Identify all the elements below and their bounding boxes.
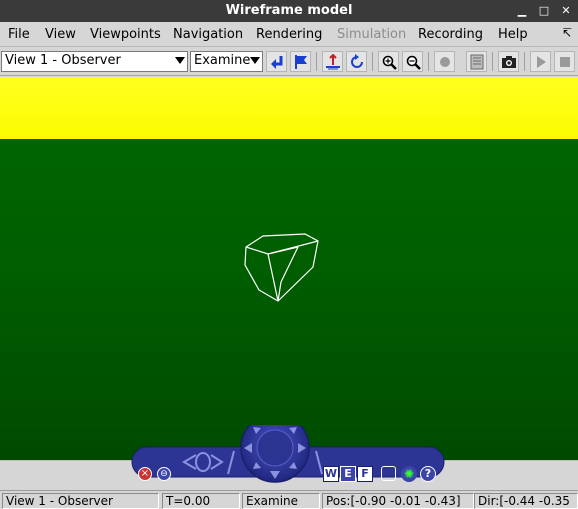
menu-help[interactable]: Help: [498, 27, 528, 42]
return-arrow-icon: [271, 56, 283, 69]
fly-mode-button[interactable]: F: [357, 466, 373, 482]
menu-navigation[interactable]: Navigation: [173, 27, 243, 42]
maximize-icon[interactable]: □: [536, 3, 552, 19]
stop-button: [554, 51, 575, 72]
status-view: View 1 - Observer: [2, 493, 159, 509]
minimize-icon[interactable]: ▁: [514, 3, 530, 19]
status-mode: Examine: [242, 493, 320, 509]
navigator-widget: [131, 425, 445, 483]
3d-viewport[interactable]: [0, 77, 578, 460]
screenshot-button[interactable]: [498, 51, 519, 72]
menu-rendering[interactable]: Rendering: [256, 27, 322, 42]
mode-select[interactable]: Examine: [190, 51, 263, 72]
headlight-icon[interactable]: ✺: [401, 466, 417, 482]
close-navigator-icon[interactable]: ×: [138, 467, 152, 481]
help-icon[interactable]: ?: [420, 466, 436, 482]
console-button[interactable]: [466, 51, 487, 72]
record-icon: [440, 57, 450, 67]
navigation-bar: × ⊖ W E F ✺ ?: [0, 425, 578, 490]
menu-view[interactable]: View: [45, 27, 76, 42]
menubar: File View Viewpoints Navigation Renderin…: [0, 22, 578, 47]
set-home-button[interactable]: [290, 51, 311, 72]
zoom-out-icon: [406, 55, 421, 70]
return-to-viewpoint-button[interactable]: [266, 51, 287, 72]
toolbar: View 1 - Observer Examine: [0, 48, 578, 76]
status-direction: Dir:[-0.44 -0.35: [474, 493, 578, 509]
play-icon: [537, 56, 546, 68]
window-titlebar: Wireframe model ▁ □ ✕: [0, 0, 578, 22]
status-position: Pos:[-0.90 -0.01 -0.43]: [322, 493, 474, 509]
navigator-menu-icon[interactable]: ⊖: [157, 467, 171, 481]
menu-file[interactable]: File: [8, 27, 30, 42]
window-title: Wireframe model: [225, 3, 353, 18]
chevron-down-icon: [250, 57, 260, 64]
straighten-button[interactable]: [322, 51, 343, 72]
menu-recording[interactable]: Recording: [418, 27, 483, 42]
console-icon: [470, 54, 484, 70]
viewpoint-select-value: View 1 - Observer: [5, 53, 121, 68]
close-icon[interactable]: ✕: [558, 3, 574, 19]
seek-button[interactable]: [346, 51, 367, 72]
chevron-down-icon: [175, 57, 185, 64]
camera-icon: [502, 56, 516, 68]
corner-arrow-icon[interactable]: ↸: [562, 26, 572, 40]
zoom-in-icon: [382, 55, 397, 70]
record-button: [434, 51, 455, 72]
fit-view-icon[interactable]: [381, 466, 396, 481]
zoom-out-button[interactable]: [402, 51, 423, 72]
wireframe-model[interactable]: [0, 77, 578, 460]
zoom-in-button[interactable]: [378, 51, 399, 72]
flag-icon: [295, 55, 307, 69]
status-bar: View 1 - Observer T=0.00 Examine Pos:[-0…: [0, 490, 578, 509]
examine-mode-button[interactable]: E: [340, 466, 356, 482]
straighten-icon: [326, 54, 340, 70]
viewpoint-select[interactable]: View 1 - Observer: [1, 51, 188, 72]
play-button: [530, 51, 551, 72]
status-time: T=0.00: [162, 493, 240, 509]
menu-simulation: Simulation: [337, 27, 407, 42]
walk-mode-button[interactable]: W: [323, 466, 339, 482]
menu-viewpoints[interactable]: Viewpoints: [90, 27, 161, 42]
mode-select-value: Examine: [194, 53, 251, 68]
stop-icon: [560, 57, 570, 67]
rotate-icon: [351, 54, 363, 68]
